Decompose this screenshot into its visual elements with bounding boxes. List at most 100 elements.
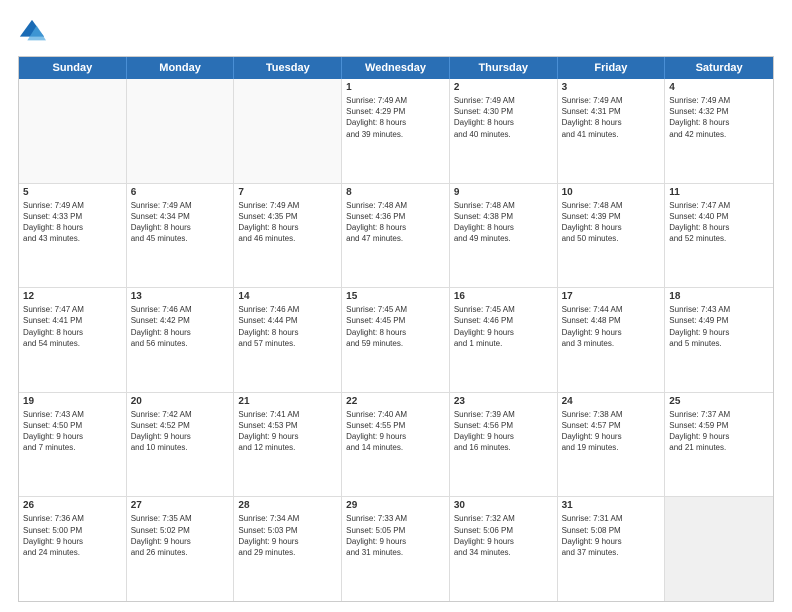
day-cell-24: 24 Sunrise: 7:38 AM Sunset: 4:57 PM Dayli… <box>558 393 666 497</box>
day-number: 28 <box>238 500 337 511</box>
day-cell-26: 26 Sunrise: 7:36 AM Sunset: 5:00 PM Dayli… <box>19 497 127 601</box>
day-info: Sunrise: 7:49 AM Sunset: 4:29 PM Dayligh… <box>346 95 445 140</box>
day-info: Sunrise: 7:47 AM Sunset: 4:40 PM Dayligh… <box>669 200 769 245</box>
day-info: Sunrise: 7:31 AM Sunset: 5:08 PM Dayligh… <box>562 513 661 558</box>
day-number: 24 <box>562 396 661 407</box>
day-cell-12: 12 Sunrise: 7:47 AM Sunset: 4:41 PM Dayli… <box>19 288 127 392</box>
day-info: Sunrise: 7:43 AM Sunset: 4:50 PM Dayligh… <box>23 409 122 454</box>
day-info: Sunrise: 7:49 AM Sunset: 4:35 PM Dayligh… <box>238 200 337 245</box>
weekday-header-monday: Monday <box>127 57 235 79</box>
day-cell-4: 4Sunrise: 7:49 AM Sunset: 4:32 PM Daylig… <box>665 79 773 183</box>
day-number: 13 <box>131 291 230 302</box>
day-cell-6: 6 Sunrise: 7:49 AM Sunset: 4:34 PM Daylig… <box>127 184 235 288</box>
day-number: 22 <box>346 396 445 407</box>
day-info: Sunrise: 7:49 AM Sunset: 4:33 PM Dayligh… <box>23 200 122 245</box>
day-cell-11: 11 Sunrise: 7:47 AM Sunset: 4:40 PM Dayli… <box>665 184 773 288</box>
day-number: 23 <box>454 396 553 407</box>
day-number: 10 <box>562 187 661 198</box>
day-cell-14: 14 Sunrise: 7:46 AM Sunset: 4:44 PM Dayli… <box>234 288 342 392</box>
day-cell-27: 27 Sunrise: 7:35 AM Sunset: 5:02 PM Dayli… <box>127 497 235 601</box>
day-info: Sunrise: 7:49 AM Sunset: 4:32 PM Dayligh… <box>669 95 769 140</box>
day-info: Sunrise: 7:43 AM Sunset: 4:49 PM Dayligh… <box>669 304 769 349</box>
day-info: Sunrise: 7:39 AM Sunset: 4:56 PM Dayligh… <box>454 409 553 454</box>
day-number: 31 <box>562 500 661 511</box>
day-number: 19 <box>23 396 122 407</box>
calendar-row-0: 1 Sunrise: 7:49 AM Sunset: 4:29 PM Daylig… <box>19 79 773 184</box>
logo-icon <box>18 18 46 46</box>
day-number: 27 <box>131 500 230 511</box>
weekday-header-thursday: Thursday <box>450 57 558 79</box>
day-info: Sunrise: 7:35 AM Sunset: 5:02 PM Dayligh… <box>131 513 230 558</box>
day-info: Sunrise: 7:48 AM Sunset: 4:38 PM Dayligh… <box>454 200 553 245</box>
calendar-row-2: 12 Sunrise: 7:47 AM Sunset: 4:41 PM Dayli… <box>19 288 773 393</box>
day-info: Sunrise: 7:46 AM Sunset: 4:44 PM Dayligh… <box>238 304 337 349</box>
day-info: Sunrise: 7:37 AM Sunset: 4:59 PM Dayligh… <box>669 409 769 454</box>
day-number: 15 <box>346 291 445 302</box>
day-number: 6 <box>131 187 230 198</box>
weekday-header-saturday: Saturday <box>665 57 773 79</box>
calendar-header: SundayMondayTuesdayWednesdayThursdayFrid… <box>19 57 773 79</box>
empty-cell <box>127 79 235 183</box>
day-cell-9: 9 Sunrise: 7:48 AM Sunset: 4:38 PM Daylig… <box>450 184 558 288</box>
empty-cell <box>19 79 127 183</box>
day-number: 2 <box>454 82 553 93</box>
day-number: 20 <box>131 396 230 407</box>
day-info: Sunrise: 7:33 AM Sunset: 5:05 PM Dayligh… <box>346 513 445 558</box>
day-info: Sunrise: 7:49 AM Sunset: 4:34 PM Dayligh… <box>131 200 230 245</box>
calendar-row-4: 26 Sunrise: 7:36 AM Sunset: 5:00 PM Dayli… <box>19 497 773 601</box>
day-info: Sunrise: 7:38 AM Sunset: 4:57 PM Dayligh… <box>562 409 661 454</box>
empty-cell <box>234 79 342 183</box>
day-info: Sunrise: 7:46 AM Sunset: 4:42 PM Dayligh… <box>131 304 230 349</box>
day-info: Sunrise: 7:48 AM Sunset: 4:39 PM Dayligh… <box>562 200 661 245</box>
day-cell-10: 10 Sunrise: 7:48 AM Sunset: 4:39 PM Dayli… <box>558 184 666 288</box>
day-cell-19: 19 Sunrise: 7:43 AM Sunset: 4:50 PM Dayli… <box>19 393 127 497</box>
day-info: Sunrise: 7:36 AM Sunset: 5:00 PM Dayligh… <box>23 513 122 558</box>
day-number: 29 <box>346 500 445 511</box>
day-number: 9 <box>454 187 553 198</box>
weekday-header-friday: Friday <box>558 57 666 79</box>
calendar-row-1: 5 Sunrise: 7:49 AM Sunset: 4:33 PM Daylig… <box>19 184 773 289</box>
day-info: Sunrise: 7:48 AM Sunset: 4:36 PM Dayligh… <box>346 200 445 245</box>
day-info: Sunrise: 7:42 AM Sunset: 4:52 PM Dayligh… <box>131 409 230 454</box>
day-number: 25 <box>669 396 769 407</box>
empty-cell <box>665 497 773 601</box>
day-cell-23: 23 Sunrise: 7:39 AM Sunset: 4:56 PM Dayli… <box>450 393 558 497</box>
day-number: 5 <box>23 187 122 198</box>
day-cell-16: 16 Sunrise: 7:45 AM Sunset: 4:46 PM Dayli… <box>450 288 558 392</box>
day-number: 12 <box>23 291 122 302</box>
day-number: 7 <box>238 187 337 198</box>
day-number: 11 <box>669 187 769 198</box>
day-info: Sunrise: 7:49 AM Sunset: 4:30 PM Dayligh… <box>454 95 553 140</box>
calendar-body: 1 Sunrise: 7:49 AM Sunset: 4:29 PM Daylig… <box>19 79 773 601</box>
day-info: Sunrise: 7:49 AM Sunset: 4:31 PM Dayligh… <box>562 95 661 140</box>
day-info: Sunrise: 7:34 AM Sunset: 5:03 PM Dayligh… <box>238 513 337 558</box>
day-info: Sunrise: 7:40 AM Sunset: 4:55 PM Dayligh… <box>346 409 445 454</box>
day-cell-17: 17 Sunrise: 7:44 AM Sunset: 4:48 PM Dayli… <box>558 288 666 392</box>
day-number: 16 <box>454 291 553 302</box>
day-info: Sunrise: 7:45 AM Sunset: 4:46 PM Dayligh… <box>454 304 553 349</box>
page: SundayMondayTuesdayWednesdayThursdayFrid… <box>0 0 792 612</box>
logo <box>18 18 48 46</box>
day-cell-31: 31 Sunrise: 7:31 AM Sunset: 5:08 PM Dayli… <box>558 497 666 601</box>
day-cell-15: 15 Sunrise: 7:45 AM Sunset: 4:45 PM Dayli… <box>342 288 450 392</box>
day-number: 3 <box>562 82 661 93</box>
day-cell-13: 13 Sunrise: 7:46 AM Sunset: 4:42 PM Dayli… <box>127 288 235 392</box>
day-number: 17 <box>562 291 661 302</box>
day-cell-1: 1 Sunrise: 7:49 AM Sunset: 4:29 PM Daylig… <box>342 79 450 183</box>
day-cell-5: 5 Sunrise: 7:49 AM Sunset: 4:33 PM Daylig… <box>19 184 127 288</box>
day-number: 8 <box>346 187 445 198</box>
header <box>18 18 774 46</box>
day-cell-8: 8 Sunrise: 7:48 AM Sunset: 4:36 PM Daylig… <box>342 184 450 288</box>
weekday-header-wednesday: Wednesday <box>342 57 450 79</box>
day-cell-28: 28 Sunrise: 7:34 AM Sunset: 5:03 PM Dayli… <box>234 497 342 601</box>
day-info: Sunrise: 7:44 AM Sunset: 4:48 PM Dayligh… <box>562 304 661 349</box>
day-cell-22: 22 Sunrise: 7:40 AM Sunset: 4:55 PM Dayli… <box>342 393 450 497</box>
day-number: 14 <box>238 291 337 302</box>
day-cell-21: 21Sunrise: 7:41 AM Sunset: 4:53 PM Dayli… <box>234 393 342 497</box>
day-info: Sunrise: 7:47 AM Sunset: 4:41 PM Dayligh… <box>23 304 122 349</box>
day-number: 1 <box>346 82 445 93</box>
day-info: Sunrise: 7:45 AM Sunset: 4:45 PM Dayligh… <box>346 304 445 349</box>
day-number: 26 <box>23 500 122 511</box>
calendar: SundayMondayTuesdayWednesdayThursdayFrid… <box>18 56 774 602</box>
calendar-row-3: 19 Sunrise: 7:43 AM Sunset: 4:50 PM Dayli… <box>19 393 773 498</box>
